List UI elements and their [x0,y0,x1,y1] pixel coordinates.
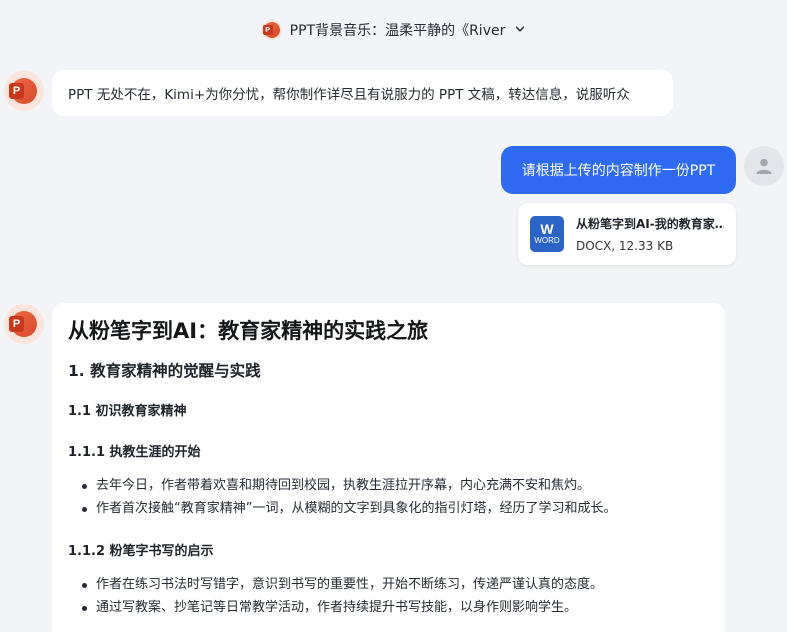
user-avatar[interactable] [744,146,784,186]
word-icon-letter: W [540,221,554,238]
outline-subsection-heading: 1.1 初识教育家精神 [68,404,187,419]
list-item: 作者首次接触“教育家精神”一词，从模糊的文字到具象化的指引灯塔，经历了学习和成长… [68,497,709,520]
chevron-down-icon[interactable] [515,23,525,37]
user-message-text: 请根据上传的内容制作一份PPT [521,163,716,179]
assistant-avatar: P [4,71,44,111]
outline-title: 从粉笔字到AI：教育家精神的实践之旅 [68,319,429,343]
outline-subsubsection-heading: 1.1.2 粉笔字书写的启示 [68,544,214,559]
assistant-avatar: P [4,304,44,344]
attached-file-card[interactable]: W WORD 从粉笔字到AI-我的教育家精神实践之旅 DOCX, 12.33 K… [518,203,736,265]
bullet-list: 作者在练习书法时写错字，意识到书写的重要性，开始不断练习，传递严谨认真的态度。 … [68,573,709,619]
user-icon [756,158,772,174]
list-item: 去年今日，作者带着欢喜和期待回到校园，执教生涯拉开序幕，内心充满不安和焦灼。 [68,474,709,497]
assistant-outline-message: 从粉笔字到AI：教育家精神的实践之旅 1. 教育家精神的觉醒与实践 1.1 初识… [52,303,725,632]
ppt-app-icon: P [261,20,282,40]
bullet-list: 去年今日，作者带着欢喜和期待回到校园，执教生涯拉开序幕，内心充满不安和焦灼。 作… [68,474,709,520]
user-message: 请根据上传的内容制作一份PPT [501,146,736,194]
word-icon-label: WORD [534,236,560,246]
chat-header[interactable]: P PPT背景音乐：温柔平静的《River [0,14,787,46]
list-item: 通过写教案、抄笔记等日常教学活动，作者持续提升书写技能，以身作则影响学生。 [68,596,709,619]
file-name: 从粉笔字到AI-我的教育家精神实践之旅 [576,217,724,231]
chat-title[interactable]: PPT背景音乐：温柔平静的《River [290,20,506,40]
word-file-icon: W WORD [530,216,564,252]
file-meta: DOCX, 12.33 KB [576,239,674,253]
chat-page: P PPT背景音乐：温柔平静的《River P PPT 无处不在，Kimi+为你… [0,0,787,632]
outline-section-heading: 1. 教育家精神的觉醒与实践 [68,362,261,380]
outline-subsubsection-heading: 1.1.1 执教生涯的开始 [68,445,201,460]
assistant-intro-message: PPT 无处不在，Kimi+为你分忧，帮你制作详尽且有说服力的 PPT 文稿，转… [52,70,673,116]
intro-text: PPT 无处不在，Kimi+为你分忧，帮你制作详尽且有说服力的 PPT 文稿，转… [68,87,630,103]
list-item: 作者在练习书法时写错字，意识到书写的重要性，开始不断练习，传递严谨认真的态度。 [68,573,709,596]
